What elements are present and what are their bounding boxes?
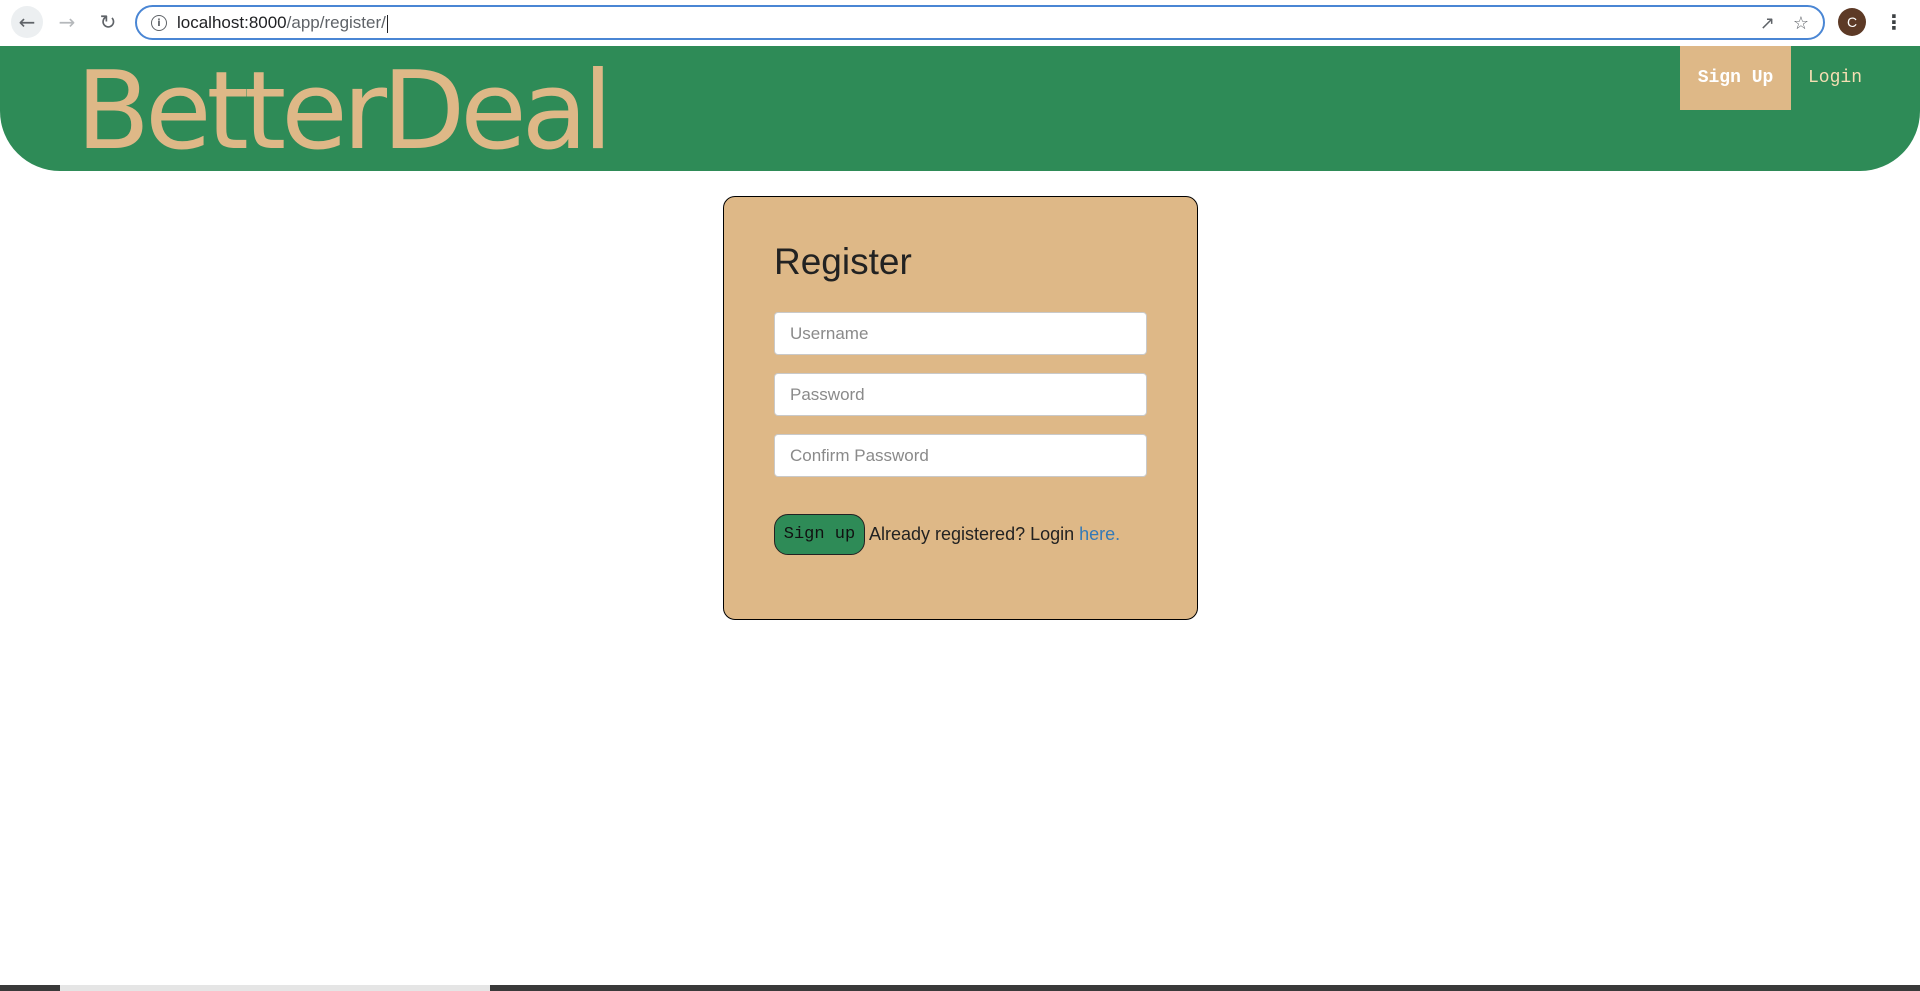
password-input[interactable] <box>774 373 1147 416</box>
confirm-password-input[interactable] <box>774 434 1147 477</box>
brand-logo[interactable]: BetterDeal <box>76 52 613 172</box>
text-caret <box>386 14 388 33</box>
url-host: localhost:8000 <box>177 13 287 32</box>
username-input[interactable] <box>774 312 1147 355</box>
menu-icon[interactable]: ⋮ <box>1884 8 1904 36</box>
reload-icon[interactable]: ↻ <box>92 6 124 38</box>
signup-button[interactable]: Sign up <box>774 514 865 555</box>
nav-signup-link[interactable]: Sign Up <box>1680 46 1791 110</box>
site-header: BetterDeal Sign Up Login <box>0 46 1920 172</box>
share-icon[interactable]: ↗ <box>1760 13 1775 34</box>
login-prompt-text: Already registered? Login <box>869 524 1080 544</box>
register-card: Register Sign up Already registered? Log… <box>723 196 1198 620</box>
address-url[interactable]: localhost:8000/app/register/ <box>177 13 388 33</box>
back-icon[interactable]: ← <box>11 6 43 38</box>
address-bar[interactable]: i localhost:8000/app/register/ ↗ ☆ <box>135 5 1825 40</box>
login-prompt: Already registered? Login here. <box>869 524 1120 545</box>
taskbar-segment <box>60 985 490 991</box>
login-here-link[interactable]: here. <box>1079 524 1120 544</box>
profile-avatar[interactable]: C <box>1838 8 1866 36</box>
star-icon[interactable]: ☆ <box>1793 13 1809 34</box>
browser-toolbar: ← → ↻ i localhost:8000/app/register/ ↗ ☆… <box>0 0 1920 45</box>
register-title: Register <box>774 241 912 282</box>
taskbar-strip <box>0 985 1920 991</box>
forward-icon[interactable]: → <box>51 6 83 38</box>
url-path: /app/register/ <box>286 13 386 32</box>
info-icon[interactable]: i <box>151 15 167 31</box>
nav-login-link[interactable]: Login <box>1791 46 1879 110</box>
